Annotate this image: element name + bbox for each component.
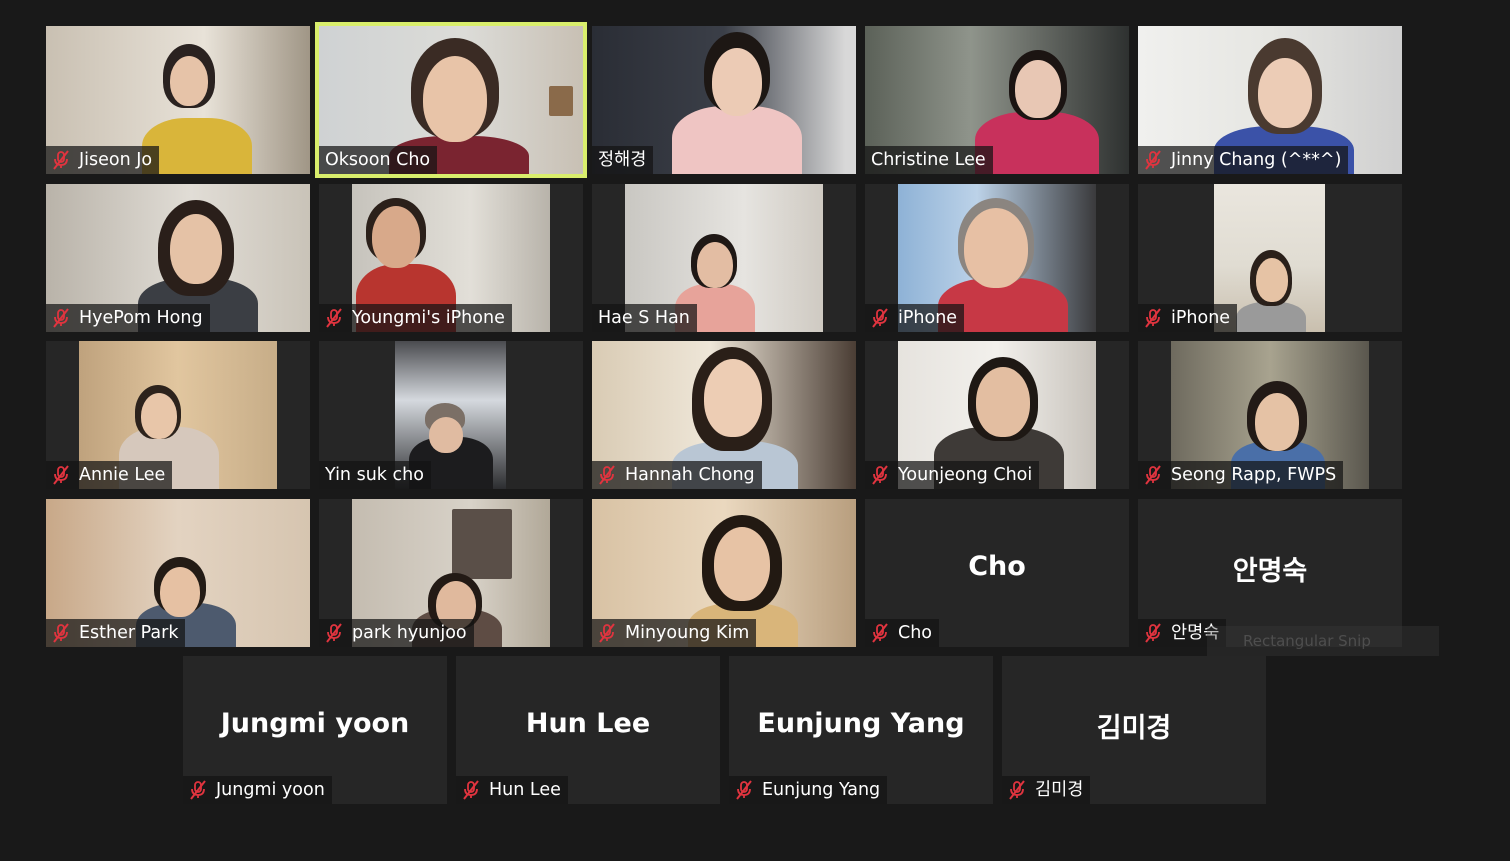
participant-name-tag: Jiseon Jo: [46, 146, 160, 174]
muted-microphone-icon: [1144, 308, 1162, 328]
participant-name-tag: Eunjung Yang: [729, 776, 888, 804]
participant-name: 정해경: [598, 150, 647, 170]
muted-microphone-icon: [325, 623, 343, 643]
participant-tile[interactable]: Seong Rapp, FWPS: [1138, 341, 1402, 489]
participant-name: Annie Lee: [79, 465, 166, 485]
participant-tile[interactable]: Youngmi's iPhone: [319, 184, 583, 332]
participant-name: Cho: [898, 623, 933, 643]
participant-tile[interactable]: Younjeong Choi: [865, 341, 1129, 489]
participant-name: iPhone: [1171, 308, 1231, 328]
muted-microphone-icon: [871, 623, 889, 643]
muted-microphone-icon: [52, 623, 70, 643]
muted-microphone-icon: [462, 780, 480, 800]
participant-name: Seong Rapp, FWPS: [1171, 465, 1337, 485]
participant-tile[interactable]: Hae S Han: [592, 184, 856, 332]
participant-tile[interactable]: Jinny Chang (^**^): [1138, 26, 1402, 174]
participant-name-tag: park hyunjoo: [319, 619, 474, 647]
participant-name: park hyunjoo: [352, 623, 467, 643]
participant-name-tag: Jungmi yoon: [183, 776, 332, 804]
participant-name-tag: 정해경: [592, 146, 654, 174]
participant-name-tag: Hun Lee: [456, 776, 568, 804]
participant-display-name: Cho: [968, 551, 1026, 582]
participant-tile-no-video[interactable]: Hun Lee Hun Lee: [456, 656, 720, 804]
participant-name-tag: Annie Lee: [46, 461, 173, 489]
snip-tool-ghost-overlay: Rectangular Snip: [1207, 626, 1439, 656]
participant-name-tag: Jinny Chang (^**^): [1138, 146, 1349, 174]
participant-tile[interactable]: iPhone: [865, 184, 1129, 332]
participant-name: 김미경: [1035, 780, 1084, 800]
participant-tile[interactable]: 정해경: [592, 26, 856, 174]
participant-name-tag: Yin suk cho: [319, 461, 431, 489]
participant-name: HyePom Hong: [79, 308, 203, 328]
muted-microphone-icon: [871, 308, 889, 328]
muted-microphone-icon: [871, 465, 889, 485]
muted-microphone-icon: [52, 465, 70, 485]
participant-tile[interactable]: Jiseon Jo: [46, 26, 310, 174]
participant-name-tag: Younjeong Choi: [865, 461, 1040, 489]
muted-microphone-icon: [1144, 465, 1162, 485]
participant-name-tag: Cho: [865, 619, 940, 647]
muted-microphone-icon: [735, 780, 753, 800]
participant-name-tag: HyePom Hong: [46, 304, 210, 332]
participant-tile-no-video[interactable]: 김미경 김미경: [1002, 656, 1266, 804]
participant-tile[interactable]: Yin suk cho: [319, 341, 583, 489]
muted-microphone-icon: [1144, 150, 1162, 170]
participant-name: Eunjung Yang: [762, 780, 881, 800]
participant-tile[interactable]: Annie Lee: [46, 341, 310, 489]
participant-name: Hannah Chong: [625, 465, 755, 485]
muted-microphone-icon: [189, 780, 207, 800]
participant-name-tag: iPhone: [1138, 304, 1238, 332]
participant-name: iPhone: [898, 308, 958, 328]
participant-name: Minyoung Kim: [625, 623, 750, 643]
participant-display-name: 김미경: [1096, 713, 1172, 744]
muted-microphone-icon: [325, 308, 343, 328]
participant-name-tag: Youngmi's iPhone: [319, 304, 512, 332]
participant-tile-no-video[interactable]: Eunjung Yang Eunjung Yang: [729, 656, 993, 804]
participant-name: Jiseon Jo: [79, 150, 153, 170]
participant-tile-no-video[interactable]: Cho Cho: [865, 499, 1129, 647]
muted-microphone-icon: [598, 623, 616, 643]
participant-name: Christine Lee: [871, 150, 986, 170]
participant-name: Jinny Chang (^**^): [1171, 150, 1342, 170]
muted-microphone-icon: [598, 465, 616, 485]
participant-name: Hae S Han: [598, 308, 690, 328]
participant-tile-active-speaker[interactable]: Oksoon Cho: [315, 22, 587, 178]
participant-name: Yin suk cho: [325, 465, 424, 485]
participant-tile[interactable]: HyePom Hong: [46, 184, 310, 332]
participant-tile-no-video[interactable]: 안명숙 안명숙: [1138, 499, 1402, 647]
muted-microphone-icon: [1144, 623, 1162, 643]
participant-name-tag: Christine Lee: [865, 146, 993, 174]
participant-name-tag: Hannah Chong: [592, 461, 762, 489]
participant-tile[interactable]: Hannah Chong: [592, 341, 856, 489]
participant-tile[interactable]: Minyoung Kim: [592, 499, 856, 647]
participant-name: Esther Park: [79, 623, 179, 643]
muted-microphone-icon: [52, 308, 70, 328]
participant-name-tag: Minyoung Kim: [592, 619, 757, 647]
participant-name-tag: Hae S Han: [592, 304, 697, 332]
participant-name: Jungmi yoon: [216, 780, 325, 800]
muted-microphone-icon: [1008, 780, 1026, 800]
participant-name: Oksoon Cho: [325, 150, 431, 170]
gallery-grid: Jiseon Jo Oksoon Cho 정해경 Christine Lee J…: [0, 0, 1510, 861]
participant-tile[interactable]: Esther Park: [46, 499, 310, 647]
participant-display-name: Jungmi yoon: [220, 708, 410, 739]
participant-name-tag: iPhone: [865, 304, 965, 332]
participant-name-tag: Esther Park: [46, 619, 186, 647]
muted-microphone-icon: [52, 150, 70, 170]
participant-display-name: Eunjung Yang: [757, 708, 965, 739]
participant-display-name: 안명숙: [1232, 556, 1308, 587]
participant-tile[interactable]: park hyunjoo: [319, 499, 583, 647]
participant-name-tag: Oksoon Cho: [319, 146, 438, 174]
participant-name-tag: Seong Rapp, FWPS: [1138, 461, 1344, 489]
participant-tile-no-video[interactable]: Jungmi yoon Jungmi yoon: [183, 656, 447, 804]
participant-name: Youngmi's iPhone: [352, 308, 505, 328]
participant-name: Younjeong Choi: [898, 465, 1033, 485]
participant-name: Hun Lee: [489, 780, 561, 800]
participant-name-tag: 김미경: [1002, 776, 1091, 804]
participant-tile[interactable]: iPhone: [1138, 184, 1402, 332]
participant-tile[interactable]: Christine Lee: [865, 26, 1129, 174]
participant-display-name: Hun Lee: [525, 708, 651, 739]
